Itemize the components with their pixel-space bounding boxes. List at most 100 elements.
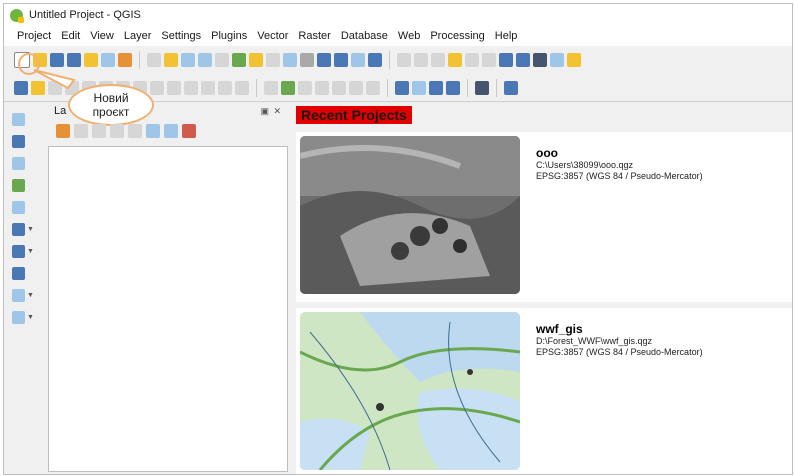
- search-metadata-icon[interactable]: [412, 80, 426, 95]
- zoom-layer-icon[interactable]: [232, 53, 246, 67]
- statistics-icon[interactable]: [516, 53, 530, 67]
- copy-feature-icon[interactable]: [184, 80, 198, 95]
- filter-dropdown-icon[interactable]: [128, 124, 142, 138]
- add-wms-icon[interactable]: ▼: [12, 244, 42, 258]
- add-wcs-icon[interactable]: ▼: [12, 288, 42, 302]
- add-group-icon[interactable]: [74, 124, 88, 138]
- label-change-icon[interactable]: [349, 80, 363, 95]
- python-icon[interactable]: [446, 80, 460, 95]
- menu-web[interactable]: Web: [393, 30, 425, 42]
- recent-projects-title: Recent Projects: [296, 106, 412, 124]
- processing-toolbox-icon[interactable]: [499, 53, 513, 67]
- layers-tree[interactable]: [48, 146, 288, 472]
- qgis-logo-icon: [10, 8, 24, 23]
- add-delimited-icon[interactable]: [12, 156, 42, 170]
- deselect-icon[interactable]: [448, 53, 462, 67]
- menu-help[interactable]: Help: [490, 30, 523, 42]
- database-icon[interactable]: [395, 80, 409, 95]
- layers-panel-header: La ▣ ✕: [48, 102, 288, 120]
- label-rotate-icon[interactable]: [332, 80, 346, 95]
- book-icon[interactable]: [504, 80, 518, 95]
- add-raster-icon[interactable]: [12, 134, 42, 148]
- add-wfs-icon[interactable]: [12, 266, 42, 280]
- undo-icon[interactable]: [218, 80, 232, 95]
- chevron-down-icon[interactable]: ▼: [27, 248, 34, 255]
- new-map-view-icon[interactable]: [317, 53, 331, 67]
- menu-raster[interactable]: Raster: [293, 30, 335, 42]
- search-icon[interactable]: [429, 80, 443, 95]
- new-print-layout-icon[interactable]: [84, 53, 98, 67]
- delete-feature-icon[interactable]: [150, 80, 164, 95]
- chevron-down-icon[interactable]: ▼: [27, 226, 34, 233]
- menu-database[interactable]: Database: [336, 30, 393, 42]
- label-show-icon[interactable]: [298, 80, 312, 95]
- chevron-down-icon[interactable]: ▼: [27, 314, 34, 321]
- label-move-icon[interactable]: [315, 80, 329, 95]
- manage-themes-icon[interactable]: [92, 124, 106, 138]
- pan-icon[interactable]: [147, 53, 161, 67]
- plugin-icon[interactable]: [475, 80, 489, 95]
- add-virtual-glyph-icon: [12, 310, 25, 324]
- zoom-selection-icon[interactable]: [249, 53, 263, 67]
- project-name: ooo: [536, 146, 558, 160]
- add-spatialite-icon[interactable]: [12, 200, 42, 214]
- zoom-last-icon[interactable]: [266, 53, 280, 67]
- zoom-next-icon[interactable]: [300, 53, 314, 67]
- menu-view[interactable]: View: [85, 30, 119, 42]
- redo-icon[interactable]: [235, 80, 249, 95]
- field-calculator-icon[interactable]: [465, 53, 479, 67]
- add-virtual-icon[interactable]: ▼: [12, 310, 42, 324]
- chevron-down-icon[interactable]: ▼: [27, 292, 34, 299]
- menu-settings[interactable]: Settings: [156, 30, 206, 42]
- menu-plugins[interactable]: Plugins: [206, 30, 252, 42]
- zoom-full-icon[interactable]: [215, 53, 229, 67]
- filter-icon[interactable]: [110, 124, 124, 138]
- remove-layer-icon[interactable]: [182, 124, 196, 138]
- add-vector-icon[interactable]: [12, 112, 42, 126]
- add-raster-glyph-icon: [12, 134, 25, 148]
- pan-to-selection-icon[interactable]: [164, 53, 178, 67]
- style-manager-icon[interactable]: [118, 53, 132, 67]
- menu-vector[interactable]: Vector: [252, 30, 293, 42]
- temporal-controller-icon[interactable]: [334, 53, 348, 67]
- label-diagram-icon[interactable]: [366, 80, 380, 95]
- attribute-table-icon[interactable]: [550, 53, 564, 67]
- cut-feature-icon[interactable]: [167, 80, 181, 95]
- sum-icon[interactable]: [533, 53, 547, 67]
- data-source-manager-icon[interactable]: [14, 80, 28, 95]
- identify-icon[interactable]: [397, 53, 411, 67]
- project-info: ooo C:\Users\38099\ooo.qgz EPSG:3857 (WG…: [536, 146, 703, 182]
- panel-float-close-icons[interactable]: ▣ ✕: [260, 106, 282, 117]
- open-attribute-table-icon[interactable]: [482, 53, 496, 67]
- select-icon[interactable]: [414, 53, 428, 67]
- style-icon[interactable]: [56, 124, 70, 138]
- save-icon[interactable]: [50, 53, 64, 67]
- save-as-icon[interactable]: [67, 53, 81, 67]
- menu-layer[interactable]: Layer: [119, 30, 157, 42]
- bookmark-icon[interactable]: [351, 53, 365, 67]
- add-postgis-icon[interactable]: ▼: [12, 222, 42, 236]
- select-value-icon[interactable]: [431, 53, 445, 67]
- zoom-in-icon[interactable]: [181, 53, 195, 67]
- layout-manager-icon[interactable]: [101, 53, 115, 67]
- menu-bar: Project Edit View Layer Settings Plugins…: [4, 26, 792, 46]
- zoom-native-icon[interactable]: [283, 53, 297, 67]
- menu-project[interactable]: Project: [12, 30, 56, 42]
- recent-project-card[interactable]: ooo C:\Users\38099\ooo.qgz EPSG:3857 (WG…: [296, 132, 792, 302]
- add-gps-icon[interactable]: [12, 178, 42, 192]
- project-toolbar: [4, 46, 792, 74]
- label-icon[interactable]: [264, 80, 278, 95]
- label-pin-icon[interactable]: [281, 80, 295, 95]
- paste-feature-icon[interactable]: [201, 80, 215, 95]
- zoom-out-icon[interactable]: [198, 53, 212, 67]
- recent-project-card[interactable]: wwf_gis D:\Forest_WWF\wwf_gis.qgz EPSG:3…: [296, 308, 792, 474]
- expand-all-icon[interactable]: [146, 124, 160, 138]
- collapse-all-icon[interactable]: [164, 124, 178, 138]
- layers-panel-toolbar: [48, 120, 288, 142]
- menu-processing[interactable]: Processing: [425, 30, 489, 42]
- menu-edit[interactable]: Edit: [56, 30, 85, 42]
- refresh-icon[interactable]: [368, 53, 382, 67]
- callout-tail: [33, 69, 76, 90]
- tips-icon[interactable]: [567, 53, 581, 67]
- toolbar-separator: [467, 78, 468, 97]
